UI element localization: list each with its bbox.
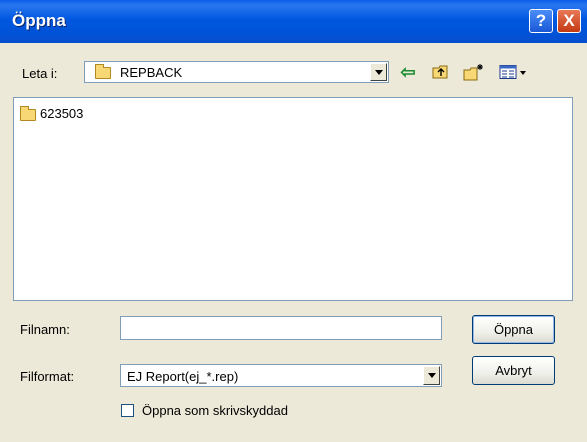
open-button-label: Öppna — [493, 322, 534, 337]
back-button[interactable]: ⇦ — [397, 61, 419, 83]
help-icon: ? — [535, 11, 547, 30]
window-title: Öppna — [12, 11, 66, 30]
readonly-checkbox[interactable] — [121, 404, 134, 417]
folder-icon — [20, 106, 36, 121]
folder-icon — [95, 64, 111, 79]
open-button[interactable]: Öppna — [472, 315, 555, 344]
new-folder-button[interactable] — [461, 61, 487, 83]
file-list[interactable]: 623503 — [13, 97, 573, 301]
filetype-value: EJ Report(ej_*.rep) — [127, 369, 239, 384]
cancel-button-label: Avbryt — [495, 363, 532, 378]
help-button[interactable]: ? — [529, 9, 553, 33]
chevron-down-icon[interactable] — [423, 366, 440, 385]
view-menu-button[interactable] — [497, 61, 529, 83]
title-bar: Öppna ? X — [0, 0, 587, 43]
list-item[interactable]: 623503 — [20, 106, 83, 121]
filename-label: Filnamn: — [20, 322, 70, 337]
look-in-label: Leta i: — [22, 66, 58, 81]
filename-input[interactable] — [120, 316, 442, 340]
up-folder-icon — [432, 65, 448, 79]
close-button[interactable]: X — [557, 9, 581, 33]
cancel-button[interactable]: Avbryt — [472, 356, 555, 385]
view-menu-icon — [499, 65, 526, 79]
readonly-label[interactable]: Öppna som skrivskyddad — [142, 403, 288, 418]
close-icon: X — [563, 11, 575, 30]
new-folder-icon — [463, 64, 483, 81]
filetype-label: Filformat: — [20, 369, 75, 384]
filetype-dropdown[interactable]: EJ Report(ej_*.rep) — [120, 364, 442, 387]
file-name: 623503 — [40, 106, 84, 121]
look-in-dropdown[interactable]: REPBACK — [84, 61, 389, 83]
look-in-value: REPBACK — [120, 65, 183, 80]
up-folder-button[interactable] — [430, 61, 452, 83]
back-icon: ⇦ — [400, 61, 416, 82]
chevron-down-icon[interactable] — [370, 63, 387, 81]
